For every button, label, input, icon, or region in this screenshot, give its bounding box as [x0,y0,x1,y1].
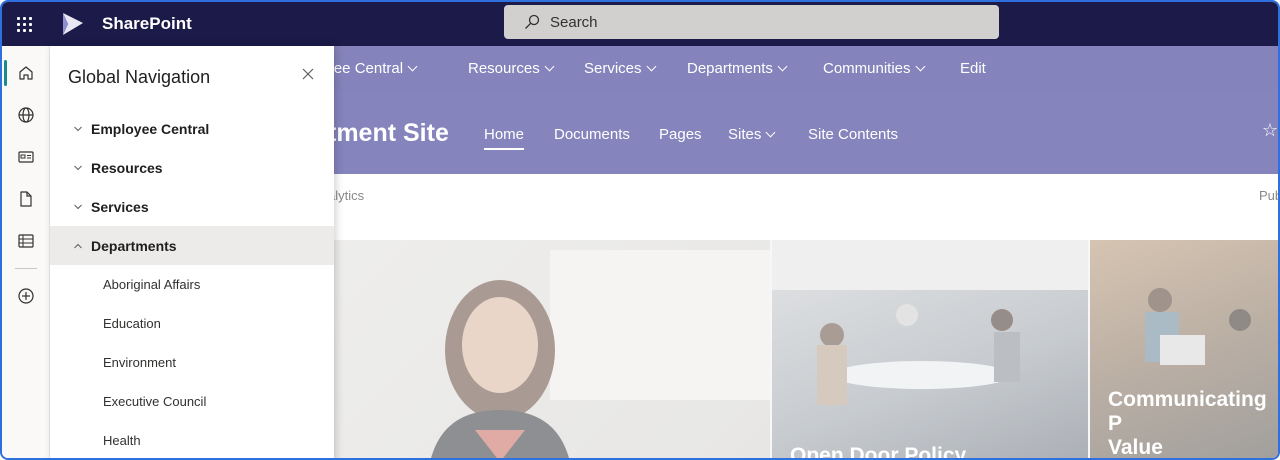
nav-link-label: Health [103,433,141,448]
rail-files-button[interactable] [2,178,50,220]
rail-lists-button[interactable] [2,220,50,262]
app-rail [2,46,50,458]
nav-section-label: Resources [91,159,163,176]
home-icon [19,66,33,80]
sharepoint-logo-icon [63,13,83,35]
close-button[interactable] [298,64,318,84]
lists-icon [18,234,34,248]
search-box[interactable]: Search [504,5,999,39]
rail-create-button[interactable] [2,275,50,317]
chevron-down-icon [67,204,89,210]
nav-section-label: Services [91,198,149,215]
chevron-down-icon [67,126,89,132]
nav-link-aboriginal-affairs[interactable]: Aboriginal Affairs [50,265,334,304]
nav-link-environment[interactable]: Environment [50,343,334,382]
nav-link-education[interactable]: Education [50,304,334,343]
create-icon [18,288,34,304]
nav-section-services[interactable]: Services [50,187,334,226]
chevron-down-icon [67,165,89,171]
nav-section-label: Departments [91,237,177,254]
suite-bar: SharePoint Search [2,2,1278,46]
waffle-icon [16,16,32,32]
search-placeholder: Search [550,13,598,31]
nav-link-executive-council[interactable]: Executive Council [50,382,334,421]
panel-title: Global Navigation [68,67,211,87]
rail-home-button[interactable] [2,52,50,94]
rail-divider [14,268,37,269]
nav-section-employee-central[interactable]: Employee Central [50,109,334,148]
nav-link-label: Aboriginal Affairs [103,277,201,292]
rail-news-button[interactable] [2,136,50,178]
app-launcher-button[interactable] [2,2,46,46]
chevron-up-icon [67,243,89,249]
close-icon [302,68,314,80]
globe-icon [18,107,34,123]
nav-section-label: Employee Central [91,120,210,137]
app-name[interactable]: SharePoint [102,14,192,34]
nav-link-health[interactable]: Health [50,421,334,458]
news-icon [18,151,34,163]
global-navigation-panel: Global Navigation Employee Central Resou… [50,46,334,458]
rail-sites-button[interactable] [2,94,50,136]
nav-link-label: Education [103,316,161,331]
search-icon [525,14,540,29]
document-icon [20,191,32,207]
nav-section-departments[interactable]: Departments [50,226,334,265]
nav-link-label: Environment [103,355,176,370]
nav-link-label: Executive Council [103,394,207,409]
nav-section-resources[interactable]: Resources [50,148,334,187]
app-window: SharePoint Search oyee Central Resources… [0,0,1280,460]
